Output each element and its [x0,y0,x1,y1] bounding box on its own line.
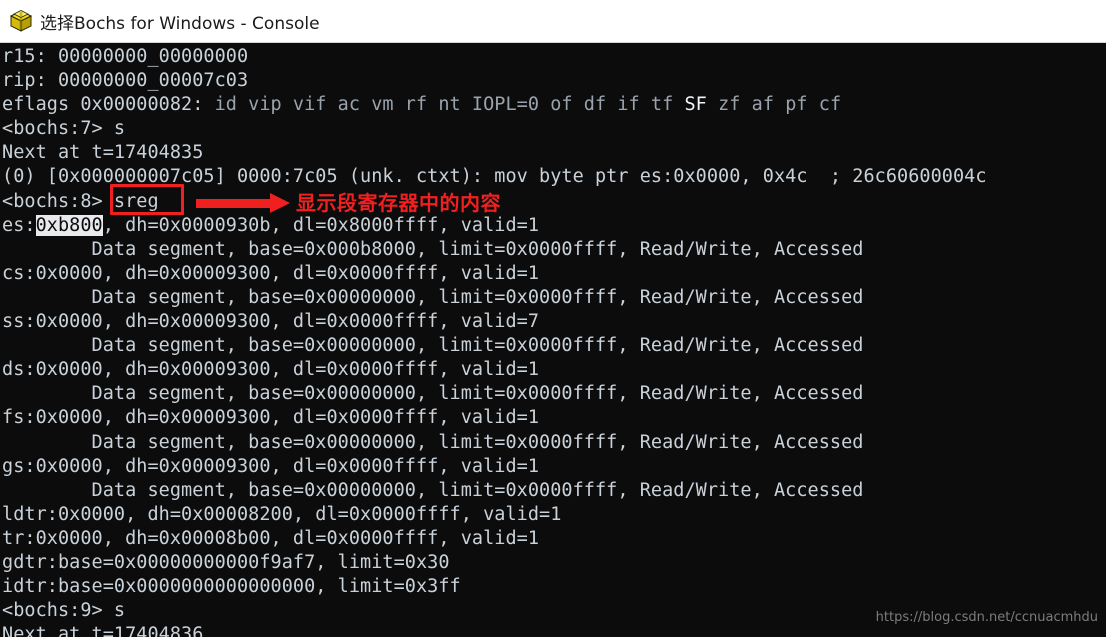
console-text-span: cs:0x0000, dh=0x00009300, dl=0x0000ffff,… [2,262,540,284]
console-text-span: <bochs:9> s [2,600,126,622]
console-line: ds:0x0000, dh=0x00009300, dl=0x0000ffff,… [2,358,987,382]
console-line: <bochs:7> s [2,117,987,141]
console-text-span: Data segment, base=0x000b8000, limit=0x0… [2,238,864,260]
console-line: Data segment, base=0x00000000, limit=0x0… [2,479,987,503]
console-output-area[interactable]: r15: 00000000_00000000 rip: 00000000_0000… [0,43,1106,637]
console-line: Data segment, base=0x00000000, limit=0x0… [2,431,987,455]
console-text-span: ds:0x0000, dh=0x00009300, dl=0x0000ffff,… [2,359,540,381]
console-text-span: zf af pf cf [706,94,842,116]
console-text-span: r15: 00000000_00000000 [2,46,249,67]
console-text-span: ss:0x0000, dh=0x00009300, dl=0x0000ffff,… [2,311,540,333]
console-text-span: rip: 00000000_00007c03 [2,70,249,92]
console-line: eflags 0x00000082: id vip vif ac vm rf n… [2,93,987,117]
console-text-span: gdtr:base=0x00000000000f9af7, limit=0x30 [2,551,450,573]
console-text-span: fs:0x0000, dh=0x00009300, dl=0x0000ffff,… [2,407,540,429]
console-line: Next at t=17404836 [2,623,987,637]
console-line: Data segment, base=0x00000000, limit=0x0… [2,286,987,310]
console-text-span: SF [684,94,707,116]
console-line: ss:0x0000, dh=0x00009300, dl=0x0000ffff,… [2,310,987,334]
window-titlebar: 选择Bochs for Windows - Console [0,0,1106,43]
console-line: gs:0x0000, dh=0x00009300, dl=0x0000ffff,… [2,455,987,479]
annotation-note-label: 显示段寄存器中的内容 [296,191,501,215]
console-line: Data segment, base=0x00000000, limit=0x0… [2,334,987,358]
console-text-span: Data segment, base=0x00000000, limit=0x0… [2,479,864,501]
console-line: Data segment, base=0x00000000, limit=0x0… [2,382,987,406]
console-text-span: ldtr:0x0000, dh=0x00008200, dl=0x0000fff… [2,503,562,525]
console-line: gdtr:base=0x00000000000f9af7, limit=0x30 [2,551,987,575]
console-text-span: Data segment, base=0x00000000, limit=0x0… [2,431,864,453]
console-line: ldtr:0x0000, dh=0x00008200, dl=0x0000fff… [2,503,987,527]
console-text-span: Data segment, base=0x00000000, limit=0x0… [2,286,864,308]
bochs-box-icon [8,8,34,34]
console-text-span: id vip vif ac vm rf nt IOPL=0 of df if t… [214,94,685,116]
console-line: idtr:base=0x0000000000000000, limit=0x3f… [2,575,987,599]
annotation-box-sreg [110,184,184,215]
console-text-span: Next at t=17404836 [2,624,204,637]
console-text-span: Next at t=17404835 [2,142,204,164]
terminal-text: r15: 00000000_00000000 rip: 00000000_0000… [0,43,987,637]
console-text-span: es: [2,214,36,236]
console-text-span: gs:0x0000, dh=0x00009300, dl=0x0000ffff,… [2,455,540,477]
console-line: Next at t=17404835 [2,141,987,165]
console-line: tr:0x0000, dh=0x00008b00, dl=0x0000ffff,… [2,527,987,551]
bochs-console-window: 选择Bochs for Windows - Console r15: 00000… [0,0,1106,637]
console-line: cs:0x0000, dh=0x00009300, dl=0x0000ffff,… [2,262,987,286]
console-line: es:0xb800, dh=0x0000930b, dl=0x8000ffff,… [2,214,987,238]
console-line: Data segment, base=0x000b8000, limit=0x0… [2,238,987,262]
console-line: rip: 00000000_00007c03 [2,69,987,93]
console-line: <bochs:9> s [2,599,987,623]
console-text-span: <bochs:7> s [2,118,126,140]
console-text-span: Data segment, base=0x00000000, limit=0x0… [2,335,864,357]
console-text-span: idtr:base=0x0000000000000000, limit=0x3f… [2,576,461,598]
console-highlighted-value: 0xb800 [35,214,103,236]
console-text-span: , dh=0x0000930b, dl=0x8000ffff, valid=1 [102,214,540,236]
console-line: fs:0x0000, dh=0x00009300, dl=0x0000ffff,… [2,406,987,430]
console-text-span: eflags 0x00000082: [2,94,215,116]
console-text-span: tr:0x0000, dh=0x00008b00, dl=0x0000ffff,… [2,527,540,549]
console-line: r15: 00000000_00000000 [2,45,987,69]
console-text-span: Data segment, base=0x00000000, limit=0x0… [2,383,864,405]
window-title: 选择Bochs for Windows - Console [40,13,320,34]
watermark-url: https://blog.csdn.net/ccnuacmhdu [875,610,1098,625]
